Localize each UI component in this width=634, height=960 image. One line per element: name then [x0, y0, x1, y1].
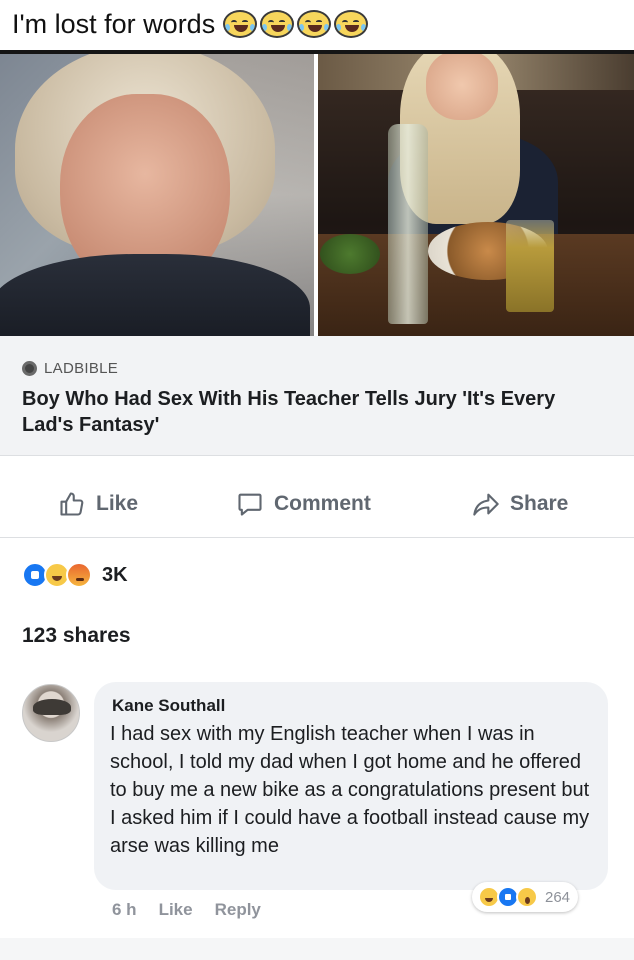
- comment-reactions[interactable]: 264: [472, 882, 579, 912]
- like-label: Like: [96, 492, 139, 515]
- facebook-post: LADBIBLE Boy Who Had Sex With His Teache…: [0, 54, 634, 960]
- comment-button[interactable]: Comment: [236, 490, 371, 518]
- angry-reaction-icon: [66, 562, 92, 588]
- comment-author[interactable]: Kane Southall: [112, 696, 225, 716]
- wow-reaction-icon: [516, 886, 538, 908]
- comment: Kane Southall I had sex with my English …: [0, 674, 634, 960]
- comment-timestamp[interactable]: 6 h: [112, 900, 137, 920]
- share-button[interactable]: Share: [472, 490, 568, 518]
- reaction-count: 3K: [102, 563, 128, 586]
- thumbs-up-icon: [60, 492, 84, 516]
- link-preview[interactable]: LADBIBLE Boy Who Had Sex With His Teache…: [0, 336, 634, 456]
- tears-of-joy-icon: [334, 10, 369, 38]
- article-photo-left[interactable]: [0, 54, 314, 336]
- comment-like-link[interactable]: Like: [159, 900, 193, 920]
- comment-text: I had sex with my English teacher when I…: [110, 723, 590, 857]
- tears-of-joy-icon: [223, 10, 258, 38]
- source-logo-icon: [22, 361, 37, 376]
- caption-text: I'm lost for words: [12, 8, 216, 39]
- comment-meta: 6 h Like Reply: [112, 900, 261, 920]
- meme-caption: I'm lost for words: [12, 4, 369, 44]
- share-arrow-icon: [473, 493, 499, 516]
- article-photo-right[interactable]: [318, 54, 634, 336]
- share-label: Share: [510, 492, 569, 515]
- bottom-strip: [0, 938, 634, 960]
- post-action-bar: Like Comment Share: [0, 474, 634, 538]
- emoji-row: [223, 10, 369, 38]
- comment-reaction-count: 264: [545, 888, 571, 906]
- post-reactions[interactable]: 3K: [22, 562, 128, 588]
- speech-bubble-icon: [238, 493, 262, 516]
- tears-of-joy-icon: [297, 10, 332, 38]
- article-headline[interactable]: Boy Who Had Sex With His Teacher Tells J…: [22, 386, 612, 438]
- avatar[interactable]: [22, 684, 80, 742]
- source-name: LADBIBLE: [44, 360, 119, 377]
- link-source: LADBIBLE: [22, 360, 118, 377]
- comment-reply-link[interactable]: Reply: [215, 900, 261, 920]
- share-count[interactable]: 123 shares: [22, 624, 131, 648]
- tears-of-joy-icon: [260, 10, 295, 38]
- like-button[interactable]: Like: [58, 490, 138, 518]
- comment-label: Comment: [274, 492, 371, 515]
- comment-bubble: Kane Southall I had sex with my English …: [94, 682, 608, 890]
